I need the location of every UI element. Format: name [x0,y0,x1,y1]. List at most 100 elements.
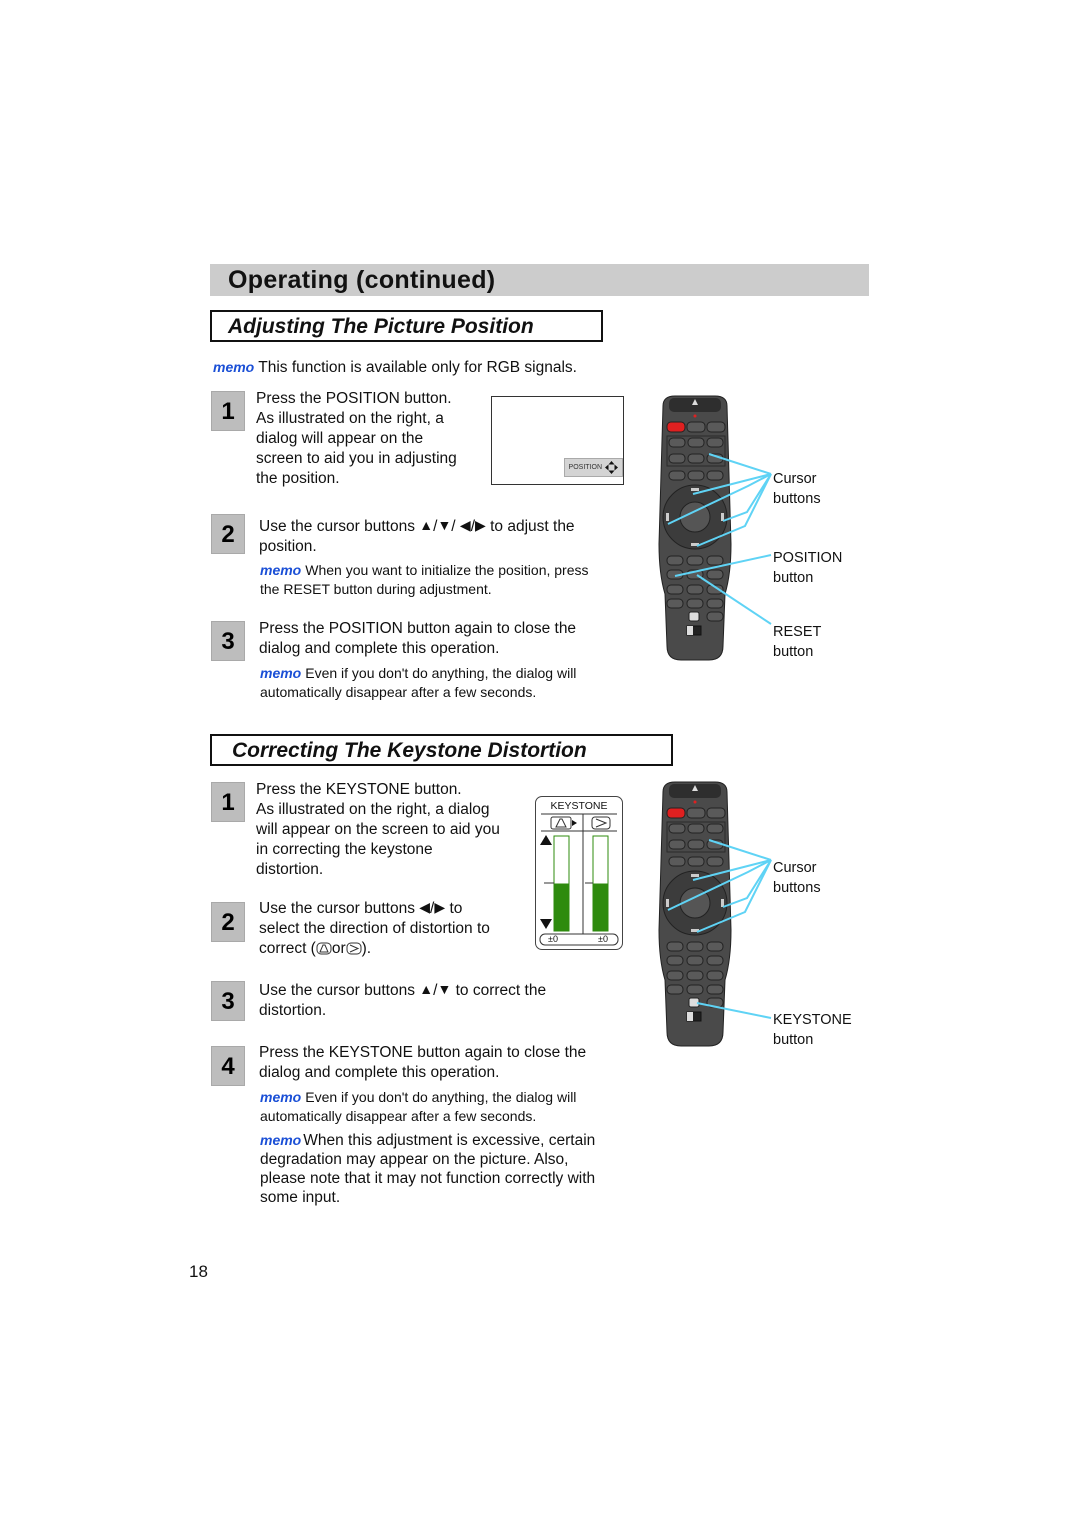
callout-text: button [773,1032,814,1048]
memo-label: memo [213,359,255,375]
step-number: 1 [211,782,245,822]
memo-text: the RESET button during adjustment. [260,581,492,597]
memo-text: automatically disappear after a few seco… [260,684,537,700]
left-triangle-icon: ◀ [419,899,431,915]
memo-text: This function is available only for RGB … [258,359,577,376]
step-1-text: Press the POSITION button. As illustrate… [256,389,457,489]
position-heading-box: Adjusting The Picture Position [210,310,603,342]
position-intro-memo: memo This function is available only for … [213,357,577,378]
text-line: will appear on the screen to aid you [256,821,500,838]
keystone-step-4-memo-2: memo When this adjustment is excessive, c… [260,1131,595,1207]
keystone-dialog-graphics [539,813,619,946]
step-number: 1 [211,391,245,431]
step-3-text: Press the POSITION button again to close… [259,619,576,659]
callout-line-position [674,554,772,577]
callout-line-reset [696,574,772,625]
memo-label: memo [260,665,302,681]
keystone-step-4-memo-1: memo Even if you don't do anything, the d… [260,1088,576,1126]
callout-line-cursor-up [708,453,772,475]
text-line: Press the KEYSTONE button. [256,781,462,798]
memo-text: please note that it may not function cor… [260,1170,596,1187]
keystone-step-4-text: Press the KEYSTONE button again to close… [259,1043,586,1083]
text-line: select the direction of distortion to [259,920,490,937]
keystone-step-3-text: Use the cursor buttons ▲/▼ to correct th… [259,981,547,1019]
text-line: screen to aid you in adjusting [256,450,457,467]
section-title: Operating (continued) [228,266,496,294]
right-triangle-icon: ▶ [475,517,486,533]
step-number: 2 [211,902,245,942]
callout-text: buttons [773,880,821,896]
memo-label: memo [260,1132,302,1148]
text-fragment: to [449,900,463,917]
horizontal-level-bar-fill [593,883,608,931]
step-number: 3 [211,981,245,1021]
callout-text: Cursor [773,471,817,487]
vertical-keystone-icon [316,942,332,955]
callout-text: Cursor [773,860,817,876]
memo-label: memo [260,562,302,578]
position-dialog-label: POSITION [568,464,602,471]
step-2-memo: memo When you want to initialize the posi… [260,561,589,599]
text-line: Press the POSITION button again to close… [259,620,577,637]
text-line: As illustrated on the right, a dialog [256,801,490,818]
step-number: 4 [211,1046,245,1086]
step-number: 3 [211,621,245,661]
text-fragment: or [331,940,346,957]
callout-text: buttons [773,491,821,507]
callout-text: POSITION [773,550,843,566]
keystone-step-1-text: Press the KEYSTONE button. As illustrate… [256,780,500,880]
callout-cursor-buttons: Cursor buttons [773,858,821,898]
position-dialog-chip: POSITION [563,458,623,477]
memo-text: When this adjustment is excessive, certa… [303,1132,596,1149]
up-triangle-icon: ▲ [419,517,434,533]
up-triangle-icon [540,835,552,845]
callout-line-cursor-up [708,839,772,861]
text-fragment: correct ( [259,940,316,957]
callout-lines-keystone [667,839,772,1019]
keystone-step-2-text: Use the cursor buttons ◀/▶ to select the… [259,899,490,957]
keystone-dialog: KEYSTONE ±0 ±0 [535,796,623,950]
up-triangle-icon: ▲ [419,981,434,997]
text-line: distortion. [259,1002,327,1019]
keystone-heading-box: Correcting The Keystone Distortion [210,734,673,766]
text-line: Press the KEYSTONE button again to close… [259,1044,587,1061]
memo-text: When you want to initialize the position… [305,562,589,578]
callout-line-cursor-down [696,473,772,547]
step-2-text: Use the cursor buttons ▲/▼/ ◀/▶ to adjus… [259,517,575,555]
text-line: dialog and complete this operation. [259,1064,500,1081]
callout-text: button [773,644,814,660]
callout-reset-button: RESET button [773,622,821,662]
text-line: dialog and complete this operation. [259,640,500,657]
callout-cursor-buttons: Cursor buttons [773,469,821,509]
text-line: As illustrated on the right, a [256,410,444,427]
text-fragment: Use the cursor buttons [259,900,415,917]
text-fragment: Use the cursor buttons [259,518,415,535]
page-number: 18 [189,1262,208,1281]
text-line: Press the POSITION button. [256,390,452,407]
callout-line-keystone [696,1002,772,1019]
text-fragment: ). [361,940,372,957]
down-triangle-icon: ▼ [437,517,452,533]
callout-position-button: POSITION button [773,548,842,588]
callout-keystone-button: KEYSTONE button [773,1010,852,1050]
position-screen-illustration: POSITION [491,396,624,485]
step-3-memo: memo Even if you don't do anything, the d… [260,664,576,702]
down-triangle-icon: ▼ [437,981,452,997]
text-line: distortion. [256,861,324,878]
horizontal-keystone-icon [346,942,362,955]
callout-text: RESET [773,624,822,640]
callout-text: button [773,570,814,586]
text-fragment: Use the cursor buttons [259,982,415,999]
text-fragment: to correct the [455,982,547,999]
down-triangle-icon [540,919,552,929]
text-fragment: to adjust the [490,518,575,535]
section-title-bar: Operating (continued) [210,264,869,296]
left-triangle-icon: ◀ [459,517,471,533]
keystone-heading: Correcting The Keystone Distortion [232,739,587,762]
text-line: dialog will appear on the [256,430,424,447]
vertical-keystone-icon [550,816,577,830]
text-line: the position. [256,470,340,487]
callout-lines-position [667,453,772,625]
memo-text: Even if you don't do anything, the dialo… [305,1089,577,1105]
horizontal-keystone-value: ±0 [598,934,608,944]
